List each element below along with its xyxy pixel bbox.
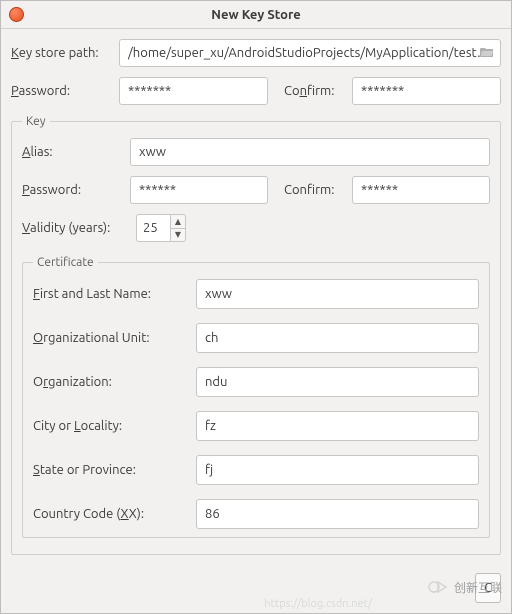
label-password: Password: bbox=[11, 84, 119, 98]
dialog-new-key-store: New Key Store Key store path: /home/supe… bbox=[0, 0, 512, 614]
label-key-confirm: Confirm: bbox=[284, 183, 352, 197]
titlebar: New Key Store bbox=[1, 1, 511, 29]
label-org-unit: Organizational Unit: bbox=[33, 331, 188, 345]
label-state: State or Province: bbox=[33, 463, 188, 477]
password-input[interactable]: ******* bbox=[119, 77, 268, 105]
validity-value[interactable]: 25 bbox=[136, 214, 170, 242]
org-unit-input[interactable]: ch bbox=[196, 323, 479, 353]
chevron-down-icon[interactable]: ▼ bbox=[170, 228, 186, 243]
key-legend: Key bbox=[22, 115, 50, 128]
certificate-legend: Certificate bbox=[33, 256, 98, 269]
certificate-group: Certificate First and Last Name: xww Org… bbox=[22, 256, 490, 538]
label-confirm: Confirm: bbox=[284, 84, 352, 98]
window-title: New Key Store bbox=[1, 8, 511, 22]
label-first-last: First and Last Name: bbox=[33, 287, 188, 301]
country-input[interactable]: 86 bbox=[196, 499, 479, 529]
first-last-input[interactable]: xww bbox=[196, 279, 479, 309]
confirm-input[interactable]: ******* bbox=[352, 77, 501, 105]
label-key-store-path: Key store path: bbox=[11, 46, 119, 60]
state-input[interactable]: fj bbox=[196, 455, 479, 485]
dialog-body: Key store path: /home/super_xu/AndroidSt… bbox=[1, 29, 511, 565]
folder-open-icon[interactable] bbox=[480, 46, 494, 60]
alias-input[interactable]: xww bbox=[130, 138, 490, 166]
label-organization: Organization: bbox=[33, 375, 188, 389]
dialog-footer: C bbox=[1, 565, 511, 613]
footer-button[interactable]: C bbox=[475, 573, 501, 603]
key-store-path-input[interactable]: /home/super_xu/AndroidStudioProjects/MyA… bbox=[119, 39, 501, 67]
key-password-input[interactable]: ****** bbox=[130, 176, 268, 204]
validity-stepper[interactable]: 25 ▲ ▼ bbox=[136, 214, 186, 242]
label-alias: Alias: bbox=[22, 145, 130, 159]
organization-input[interactable]: ndu bbox=[196, 367, 479, 397]
chevron-up-icon[interactable]: ▲ bbox=[170, 214, 186, 228]
key-group: Key Alias: xww Password: ****** Confirm:… bbox=[11, 115, 501, 555]
label-country: Country Code (XX): bbox=[33, 507, 188, 521]
key-store-path-value: /home/super_xu/AndroidStudioProjects/MyA… bbox=[128, 46, 492, 60]
label-city: City or Locality: bbox=[33, 419, 188, 433]
key-confirm-input[interactable]: ****** bbox=[352, 176, 490, 204]
label-validity: Validity (years): bbox=[22, 221, 130, 235]
city-input[interactable]: fz bbox=[196, 411, 479, 441]
label-key-password: Password: bbox=[22, 183, 130, 197]
